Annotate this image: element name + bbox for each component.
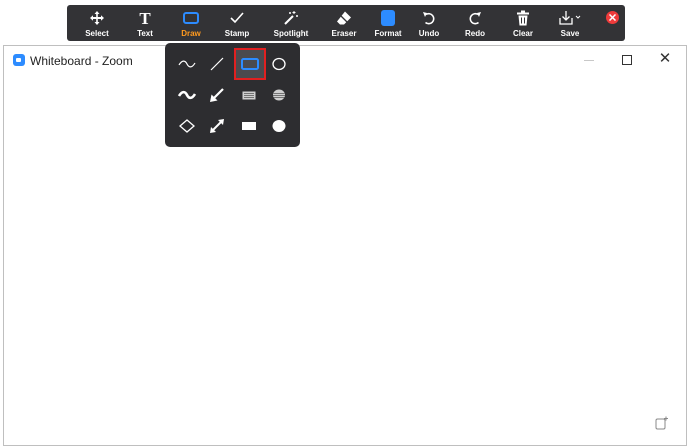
whiteboard-canvas[interactable] xyxy=(4,74,686,445)
draw-shapes-menu xyxy=(165,43,300,147)
window-title: Whiteboard - Zoom xyxy=(30,54,133,68)
eraser-label: Eraser xyxy=(331,29,357,38)
text-label: Text xyxy=(137,29,153,38)
svg-text:T: T xyxy=(139,10,151,26)
save-icon xyxy=(557,10,583,26)
ellipse-filled-icon xyxy=(272,120,286,132)
shape-rectangle-semi-transparent[interactable] xyxy=(235,81,263,109)
eraser-icon xyxy=(335,10,353,26)
eraser-tool[interactable]: Eraser xyxy=(325,5,363,41)
maximize-icon xyxy=(622,55,632,65)
whiteboard-window: Whiteboard - Zoom ✕ xyxy=(3,45,687,446)
diamond-outline-icon xyxy=(179,119,195,133)
undo-label: Undo xyxy=(418,29,440,38)
rectangle-outline-icon xyxy=(241,58,259,70)
shape-diamond-outline[interactable] xyxy=(173,112,201,140)
redo-label: Redo xyxy=(465,29,485,38)
redo-icon xyxy=(466,10,484,26)
shape-line-thin[interactable] xyxy=(203,50,231,78)
shape-ellipse-semi-transparent[interactable] xyxy=(265,81,293,109)
spotlight-label: Spotlight xyxy=(273,29,309,38)
select-label: Select xyxy=(85,29,109,38)
maximize-button[interactable] xyxy=(608,46,646,74)
new-page-icon[interactable] xyxy=(655,416,669,430)
stamp-label: Stamp xyxy=(224,29,250,38)
format-label: Format xyxy=(374,29,402,38)
trash-icon xyxy=(514,10,532,26)
close-button[interactable]: ✕ xyxy=(646,46,684,74)
draw-label: Draw xyxy=(181,29,201,38)
zoom-app-icon xyxy=(13,54,25,66)
shape-rectangle-outline[interactable] xyxy=(234,48,266,80)
arrow-line-icon xyxy=(210,88,224,102)
stamp-tool[interactable]: Stamp xyxy=(219,5,255,41)
undo-icon xyxy=(420,10,438,26)
close-icon: ✕ xyxy=(658,50,672,67)
rectangle-semi-transparent-icon xyxy=(242,91,256,100)
shape-ellipse-outline[interactable] xyxy=(265,50,293,78)
clear-tool[interactable]: Clear xyxy=(505,5,541,41)
draw-tool[interactable]: Draw xyxy=(173,5,209,41)
minimize-button[interactable] xyxy=(570,46,608,74)
double-arrow-icon xyxy=(210,119,224,133)
annotation-toolbar: Select T Text Draw Stamp Spotlight Erase… xyxy=(67,5,625,41)
clear-label: Clear xyxy=(512,29,533,38)
format-tool[interactable]: Format xyxy=(369,5,407,41)
ellipse-outline-icon xyxy=(272,57,286,71)
redo-tool[interactable]: Redo xyxy=(457,5,493,41)
freehand-thick-icon xyxy=(177,90,197,100)
close-circle-icon xyxy=(609,14,616,21)
text-icon: T xyxy=(136,9,154,28)
checkmark-icon xyxy=(228,10,246,26)
color-swatch-icon xyxy=(379,10,397,26)
exit-annotation-button[interactable] xyxy=(606,11,619,24)
shape-rectangle-filled[interactable] xyxy=(235,112,263,140)
shape-ellipse-filled[interactable] xyxy=(265,112,293,140)
minimize-icon xyxy=(584,60,594,61)
freehand-thin-icon xyxy=(178,60,196,68)
select-tool[interactable]: Select xyxy=(79,5,115,41)
shape-freehand-thick[interactable] xyxy=(173,81,201,109)
spotlight-tool[interactable]: Spotlight xyxy=(267,5,315,41)
rectangle-filled-icon xyxy=(242,122,256,130)
rectangle-icon xyxy=(182,10,200,26)
save-label: Save xyxy=(560,29,580,38)
line-thin-icon xyxy=(210,57,224,71)
title-bar: Whiteboard - Zoom ✕ xyxy=(4,46,686,74)
ellipse-semi-transparent-icon xyxy=(273,89,285,101)
shape-double-arrow[interactable] xyxy=(203,112,231,140)
shape-arrow-line[interactable] xyxy=(203,81,231,109)
magic-wand-icon xyxy=(282,10,300,26)
move-icon xyxy=(88,10,106,26)
save-tool[interactable]: Save xyxy=(551,5,589,41)
undo-tool[interactable]: Undo xyxy=(411,5,447,41)
shape-freehand-thin[interactable] xyxy=(173,50,201,78)
text-tool[interactable]: T Text xyxy=(127,5,163,41)
